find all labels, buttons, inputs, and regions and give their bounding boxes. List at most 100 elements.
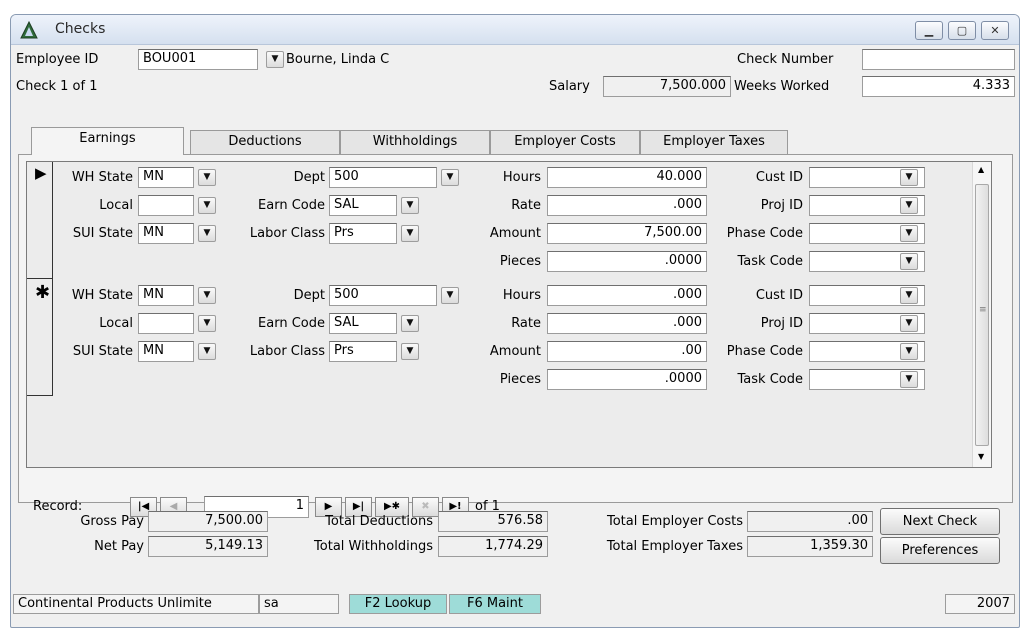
scroll-down-icon[interactable]: ▼ bbox=[978, 452, 984, 461]
local-dropdown[interactable]: ▼ bbox=[198, 197, 216, 214]
preferences-button[interactable]: Preferences bbox=[880, 537, 1000, 564]
earn-code-input[interactable]: SAL bbox=[329, 313, 397, 334]
app-logo-icon bbox=[20, 21, 38, 39]
labor-class-input[interactable]: Prs bbox=[329, 223, 397, 244]
vertical-scrollbar[interactable]: ▲ ≡ ▼ bbox=[972, 162, 991, 467]
chevron-down-icon: ▼ bbox=[905, 346, 913, 356]
employee-id-input[interactable]: BOU001 bbox=[138, 49, 258, 70]
proj-id-dropdown[interactable]: ▼ bbox=[900, 315, 918, 332]
local-input[interactable] bbox=[138, 195, 194, 216]
tab-label: Employer Costs bbox=[514, 134, 616, 149]
salary-field: 7,500.000 bbox=[603, 76, 731, 97]
delete-icon: ✖ bbox=[421, 501, 430, 512]
total-withholdings-label: Total Withholdings bbox=[314, 539, 433, 554]
phase-code-dropdown[interactable]: ▼ bbox=[900, 225, 918, 242]
dept-input[interactable]: 500 bbox=[329, 285, 437, 306]
chevron-down-icon: ▼ bbox=[905, 228, 913, 238]
chevron-down-icon: ▼ bbox=[203, 228, 211, 238]
rate-label: Rate bbox=[511, 316, 541, 331]
proj-id-label: Proj ID bbox=[760, 198, 803, 213]
chevron-down-icon: ▼ bbox=[905, 172, 913, 182]
net-pay-label: Net Pay bbox=[94, 539, 144, 554]
check-number-label: Check Number bbox=[737, 52, 834, 67]
hours-input[interactable]: .000 bbox=[547, 285, 707, 306]
local-input[interactable] bbox=[138, 313, 194, 334]
tab-withholdings[interactable]: Withholdings bbox=[340, 130, 490, 154]
total-withholdings-field: 1,774.29 bbox=[438, 536, 548, 557]
earn-code-input[interactable]: SAL bbox=[329, 195, 397, 216]
labor-class-label: Labor Class bbox=[249, 344, 325, 359]
pieces-input[interactable]: .0000 bbox=[547, 251, 707, 272]
employee-id-label: Employee ID bbox=[16, 52, 99, 67]
close-button[interactable]: ✕ bbox=[981, 21, 1009, 40]
dept-dropdown[interactable]: ▼ bbox=[441, 169, 459, 186]
record-selector[interactable]: ▶ bbox=[27, 162, 53, 279]
wh-state-input[interactable]: MN bbox=[138, 167, 194, 188]
wh-state-dropdown[interactable]: ▼ bbox=[198, 287, 216, 304]
cust-id-dropdown[interactable]: ▼ bbox=[900, 287, 918, 304]
tab-label: Earnings bbox=[79, 131, 136, 146]
total-employer-costs-label: Total Employer Costs bbox=[606, 514, 743, 529]
tab-earnings[interactable]: Earnings bbox=[31, 127, 184, 155]
record-nav-label: Record: bbox=[33, 499, 83, 514]
labor-class-dropdown[interactable]: ▼ bbox=[401, 343, 419, 360]
check-number-input[interactable] bbox=[862, 49, 1015, 70]
window-title: Checks bbox=[55, 21, 106, 37]
rate-input[interactable]: .000 bbox=[547, 313, 707, 334]
cust-id-dropdown[interactable]: ▼ bbox=[900, 169, 918, 186]
amount-input[interactable]: 7,500.00 bbox=[547, 223, 707, 244]
status-year: 2007 bbox=[945, 594, 1015, 614]
phase-code-dropdown[interactable]: ▼ bbox=[900, 343, 918, 360]
hours-input[interactable]: 40.000 bbox=[547, 167, 707, 188]
amount-input[interactable]: .00 bbox=[547, 341, 707, 362]
labor-class-label: Labor Class bbox=[249, 226, 325, 241]
sui-state-input[interactable]: MN bbox=[138, 223, 194, 244]
f2-lookup-key[interactable]: F2 Lookup bbox=[349, 594, 447, 614]
chevron-down-icon: ▼ bbox=[406, 200, 414, 210]
rate-input[interactable]: .000 bbox=[547, 195, 707, 216]
wh-state-input[interactable]: MN bbox=[138, 285, 194, 306]
chevron-down-icon: ▼ bbox=[905, 374, 913, 384]
wh-state-dropdown[interactable]: ▼ bbox=[198, 169, 216, 186]
earn-code-dropdown[interactable]: ▼ bbox=[401, 315, 419, 332]
chevron-down-icon: ▼ bbox=[905, 256, 913, 266]
proj-id-dropdown[interactable]: ▼ bbox=[900, 197, 918, 214]
tab-deductions[interactable]: Deductions bbox=[190, 130, 340, 154]
amount-label: Amount bbox=[489, 226, 541, 241]
tab-label: Employer Taxes bbox=[663, 134, 765, 149]
next-check-button[interactable]: Next Check bbox=[880, 508, 1000, 535]
scroll-up-icon[interactable]: ▲ bbox=[978, 165, 984, 174]
earn-code-dropdown[interactable]: ▼ bbox=[401, 197, 419, 214]
labor-class-input[interactable]: Prs bbox=[329, 341, 397, 362]
f6-maint-key[interactable]: F6 Maint bbox=[449, 594, 541, 614]
sui-state-label: SUI State bbox=[72, 344, 133, 359]
weeks-worked-input[interactable]: 4.333 bbox=[862, 76, 1015, 97]
title-bar[interactable]: Checks ▁ ▢ ✕ bbox=[11, 15, 1019, 45]
task-code-dropdown[interactable]: ▼ bbox=[900, 371, 918, 388]
sui-state-dropdown[interactable]: ▼ bbox=[198, 343, 216, 360]
sui-state-input[interactable]: MN bbox=[138, 341, 194, 362]
employee-id-dropdown[interactable]: ▼ bbox=[266, 51, 284, 68]
net-pay-field: 5,149.13 bbox=[148, 536, 268, 557]
amount-label: Amount bbox=[489, 344, 541, 359]
tab-employer-taxes[interactable]: Employer Taxes bbox=[640, 130, 788, 154]
status-company: Continental Products Unlimite bbox=[13, 594, 259, 614]
cust-id-label: Cust ID bbox=[755, 170, 803, 185]
scroll-thumb[interactable]: ≡ bbox=[975, 184, 989, 446]
dept-input[interactable]: 500 bbox=[329, 167, 437, 188]
labor-class-dropdown[interactable]: ▼ bbox=[401, 225, 419, 242]
minimize-button[interactable]: ▁ bbox=[915, 21, 943, 40]
wh-state-label: WH State bbox=[71, 288, 133, 303]
task-code-dropdown[interactable]: ▼ bbox=[900, 253, 918, 270]
last-record-icon: ▶| bbox=[352, 501, 365, 512]
local-dropdown[interactable]: ▼ bbox=[198, 315, 216, 332]
maximize-button[interactable]: ▢ bbox=[948, 21, 976, 40]
pieces-input[interactable]: .0000 bbox=[547, 369, 707, 390]
chevron-down-icon: ▼ bbox=[406, 228, 414, 238]
tab-employer-costs[interactable]: Employer Costs bbox=[490, 130, 640, 154]
sui-state-dropdown[interactable]: ▼ bbox=[198, 225, 216, 242]
dept-dropdown[interactable]: ▼ bbox=[441, 287, 459, 304]
new-record-selector[interactable]: ✱ bbox=[27, 279, 53, 396]
pieces-label: Pieces bbox=[499, 254, 541, 269]
chevron-down-icon: ▼ bbox=[203, 200, 211, 210]
